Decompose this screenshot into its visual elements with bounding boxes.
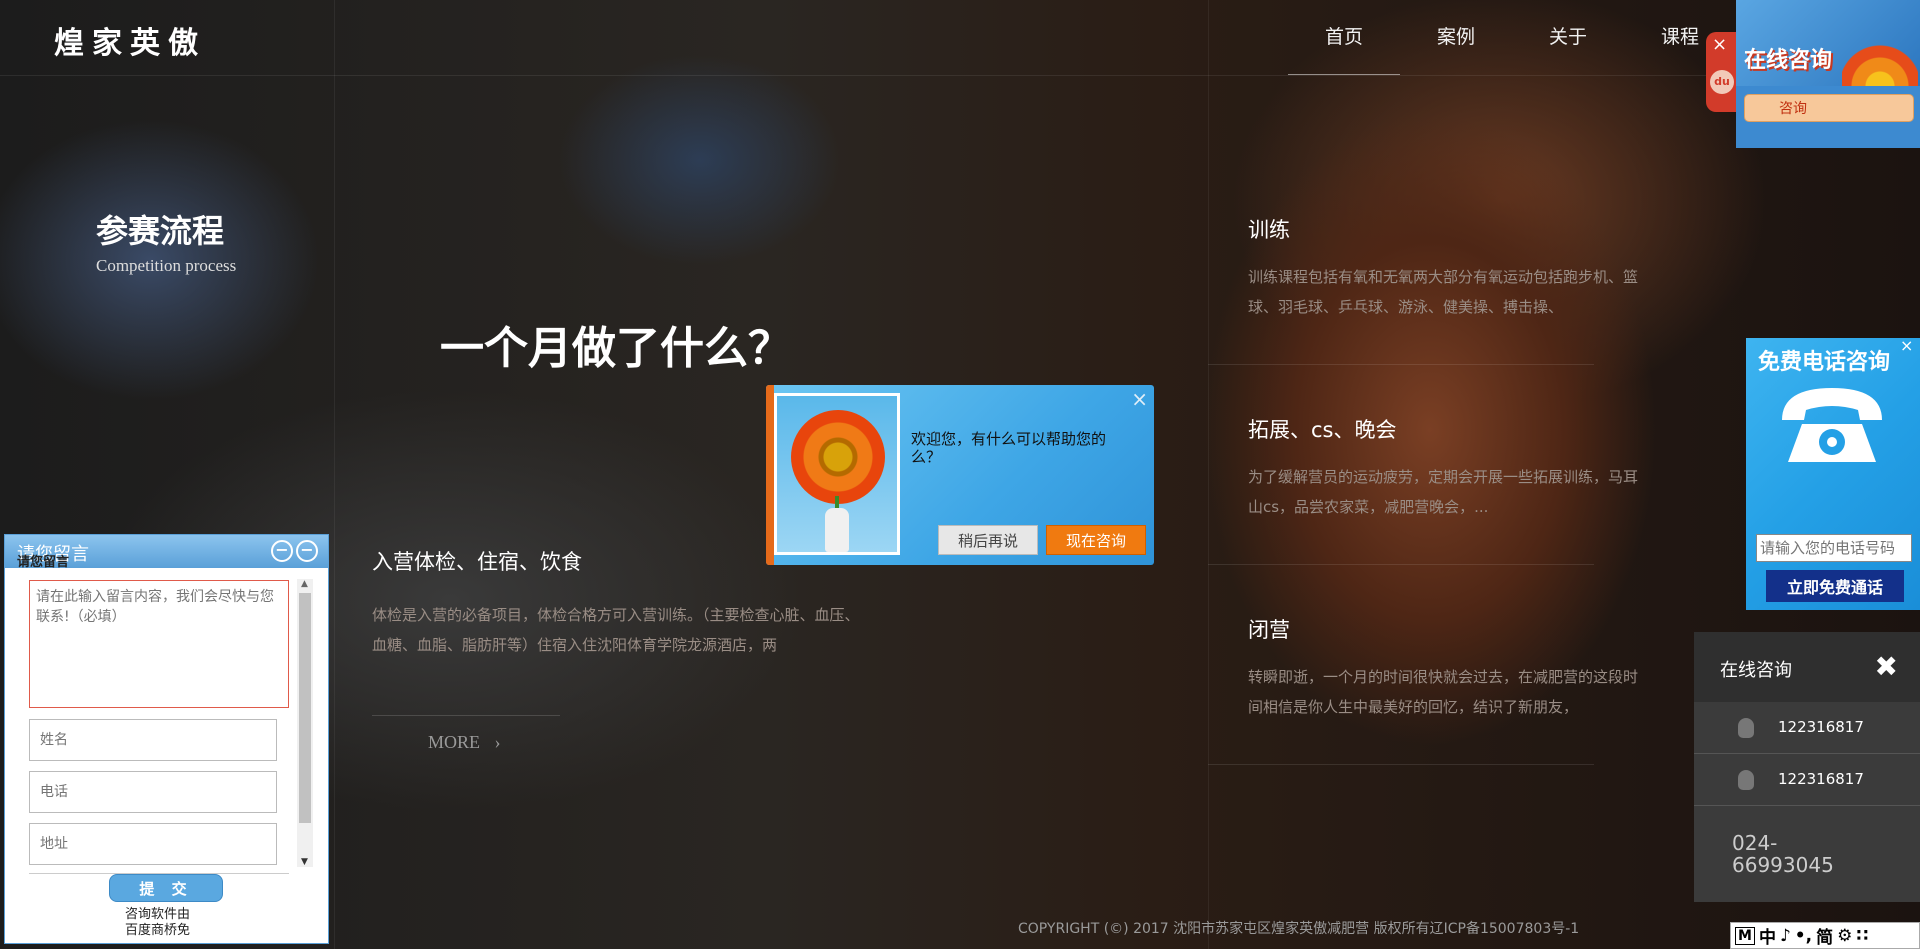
item-title-checkin: 入营体检、住宿、饮食 bbox=[372, 550, 582, 574]
scrollbar-thumb[interactable] bbox=[299, 593, 311, 823]
telephone-icon bbox=[1782, 388, 1882, 462]
ime-toolbar: M 中 ♪ •, 简 ⚙ ∷ bbox=[1730, 922, 1920, 949]
more-link[interactable]: MORE › bbox=[428, 732, 501, 753]
qq-service-panel: 在线咨询 ✖ 122316817 122316817 024-66993045 bbox=[1694, 632, 1920, 902]
item-divider bbox=[1208, 764, 1594, 765]
welcome-popup: × 欢迎您，有什么可以帮助您的么？ 稍后再说 现在咨询 bbox=[766, 385, 1154, 565]
vase bbox=[825, 508, 849, 552]
section-title: 参赛流程 bbox=[96, 212, 225, 250]
powered-by-line2: 百度商桥免 bbox=[125, 923, 191, 938]
section-subtitle: Competition process bbox=[96, 256, 237, 275]
ime-punctuation-toggle[interactable]: •, bbox=[1795, 926, 1812, 946]
headline: 一个月做了什么？ bbox=[440, 323, 792, 374]
copyright: COPYRIGHT (©) 2017 沈阳市苏家屯区煌家英傲减肥营 版权所有辽I… bbox=[1018, 921, 1580, 937]
ime-menu-icon[interactable]: ∷ bbox=[1856, 926, 1868, 946]
qq-contact[interactable]: 122316817 bbox=[1694, 702, 1920, 754]
submit-button[interactable]: 提 交 bbox=[109, 874, 223, 902]
flower-icon bbox=[791, 410, 885, 504]
qq-panel-title: 在线咨询 bbox=[1720, 660, 1792, 681]
item-title-training: 训练 bbox=[1248, 218, 1290, 242]
more-label: MORE bbox=[428, 732, 481, 752]
ime-chinese-toggle[interactable]: 中 bbox=[1759, 923, 1776, 948]
minimize-icon[interactable]: − bbox=[271, 540, 293, 562]
paw-icon[interactable]: du bbox=[1710, 70, 1734, 94]
item-title-closing: 闭营 bbox=[1248, 618, 1290, 642]
qq-icon bbox=[1738, 718, 1754, 738]
qq-contact[interactable]: 122316817 bbox=[1694, 754, 1920, 806]
header-divider bbox=[0, 75, 1920, 76]
close-icon[interactable]: ✖ bbox=[1875, 650, 1898, 683]
nav-item-cases[interactable]: 案例 bbox=[1400, 0, 1512, 75]
collapse-icon[interactable]: − bbox=[296, 540, 318, 562]
item-divider bbox=[1208, 364, 1594, 365]
item-desc-training: 训练课程包括有氧和无氧两大部分有氧运动包括跑步机、篮球、羽毛球、乒乓球、游泳、健… bbox=[1248, 268, 1639, 316]
powered-by-line1: 咨询软件由 bbox=[125, 907, 191, 922]
later-button[interactable]: 稍后再说 bbox=[938, 525, 1038, 555]
address-input[interactable] bbox=[29, 823, 277, 865]
grid-line bbox=[1208, 0, 1209, 949]
message-box: 请您留言 请您留言 − − ▲ ▼ 提 交 咨询软件由 百度商桥免 bbox=[4, 534, 329, 944]
scrollbar[interactable]: ▲ ▼ bbox=[297, 579, 313, 867]
close-icon[interactable]: × bbox=[1712, 34, 1727, 55]
online-consult-button[interactable]: 咨询 bbox=[1744, 94, 1914, 122]
qq-icon bbox=[1738, 770, 1754, 790]
free-call-widget: 免费电话咨询 立即免费通话 bbox=[1746, 338, 1920, 610]
site-logo[interactable]: 煌家英傲 bbox=[54, 18, 206, 62]
powered-by[interactable]: 咨询软件由 百度商桥免 bbox=[125, 907, 190, 939]
item-desc-expansion: 为了缓解营员的运动疲劳，定期会开展一些拓展训练，马耳山cs，品尝农家菜，减肥营晚… bbox=[1248, 468, 1639, 516]
item-desc-closing: 转瞬即逝，一个月的时间很快就会过去，在减肥营的这段时间相信是你人生中最美好的回忆… bbox=[1248, 668, 1639, 716]
qq-panel-header: 在线咨询 ✖ bbox=[1694, 632, 1920, 702]
ime-settings-icon[interactable]: ⚙ bbox=[1837, 926, 1852, 946]
phone-number-input[interactable] bbox=[1756, 534, 1912, 562]
message-box-header[interactable]: 请您留言 请您留言 − − bbox=[5, 535, 328, 570]
phone-input[interactable] bbox=[29, 771, 277, 813]
close-icon[interactable]: × bbox=[1131, 387, 1148, 411]
free-call-title: 免费电话咨询 bbox=[1758, 350, 1891, 375]
qq-number: 122316817 bbox=[1778, 718, 1864, 736]
qq-number: 122316817 bbox=[1778, 770, 1864, 788]
welcome-text: 欢迎您，有什么可以帮助您的么？ bbox=[911, 430, 1107, 466]
chevron-right-icon: › bbox=[494, 732, 501, 752]
nav-item-home[interactable]: 首页 bbox=[1288, 0, 1400, 75]
item-desc-checkin: 体检是入营的必备项目，体检合格方可入营训练。（主要检查心脏、血压、血糖、血脂、脂… bbox=[372, 606, 860, 654]
online-consult-banner: 在线咨询 bbox=[1736, 0, 1920, 86]
ime-simplified-toggle[interactable]: 简 bbox=[1816, 923, 1833, 948]
popup-accent bbox=[766, 385, 774, 565]
scroll-up-icon[interactable]: ▲ bbox=[301, 579, 308, 589]
online-consult-title: 在线咨询 bbox=[1744, 48, 1833, 73]
message-box-title-overlay: 请您留言 bbox=[17, 555, 70, 570]
online-consult-widget: 在线咨询 咨询 bbox=[1736, 0, 1920, 148]
item-divider bbox=[1208, 564, 1594, 565]
free-call-button[interactable]: 立即免费通话 bbox=[1766, 570, 1904, 602]
flower-image bbox=[774, 393, 900, 555]
main-nav: 首页 案例 关于 课程 bbox=[1288, 0, 1736, 75]
more-divider bbox=[372, 715, 560, 716]
ime-mode-icon[interactable]: M bbox=[1735, 926, 1755, 945]
scroll-down-icon[interactable]: ▼ bbox=[301, 857, 308, 867]
ime-moon-icon[interactable]: ♪ bbox=[1780, 926, 1791, 946]
nav-item-about[interactable]: 关于 bbox=[1512, 0, 1624, 75]
close-icon[interactable]: × bbox=[1900, 336, 1913, 355]
item-title-expansion: 拓展、cs、晚会 bbox=[1248, 418, 1397, 442]
message-textarea[interactable] bbox=[29, 580, 289, 708]
flower-icon bbox=[1842, 26, 1918, 86]
grid-line bbox=[334, 0, 335, 949]
consult-now-button[interactable]: 现在咨询 bbox=[1046, 525, 1146, 555]
name-input[interactable] bbox=[29, 719, 277, 761]
contact-phone: 024-66993045 bbox=[1732, 831, 1834, 877]
